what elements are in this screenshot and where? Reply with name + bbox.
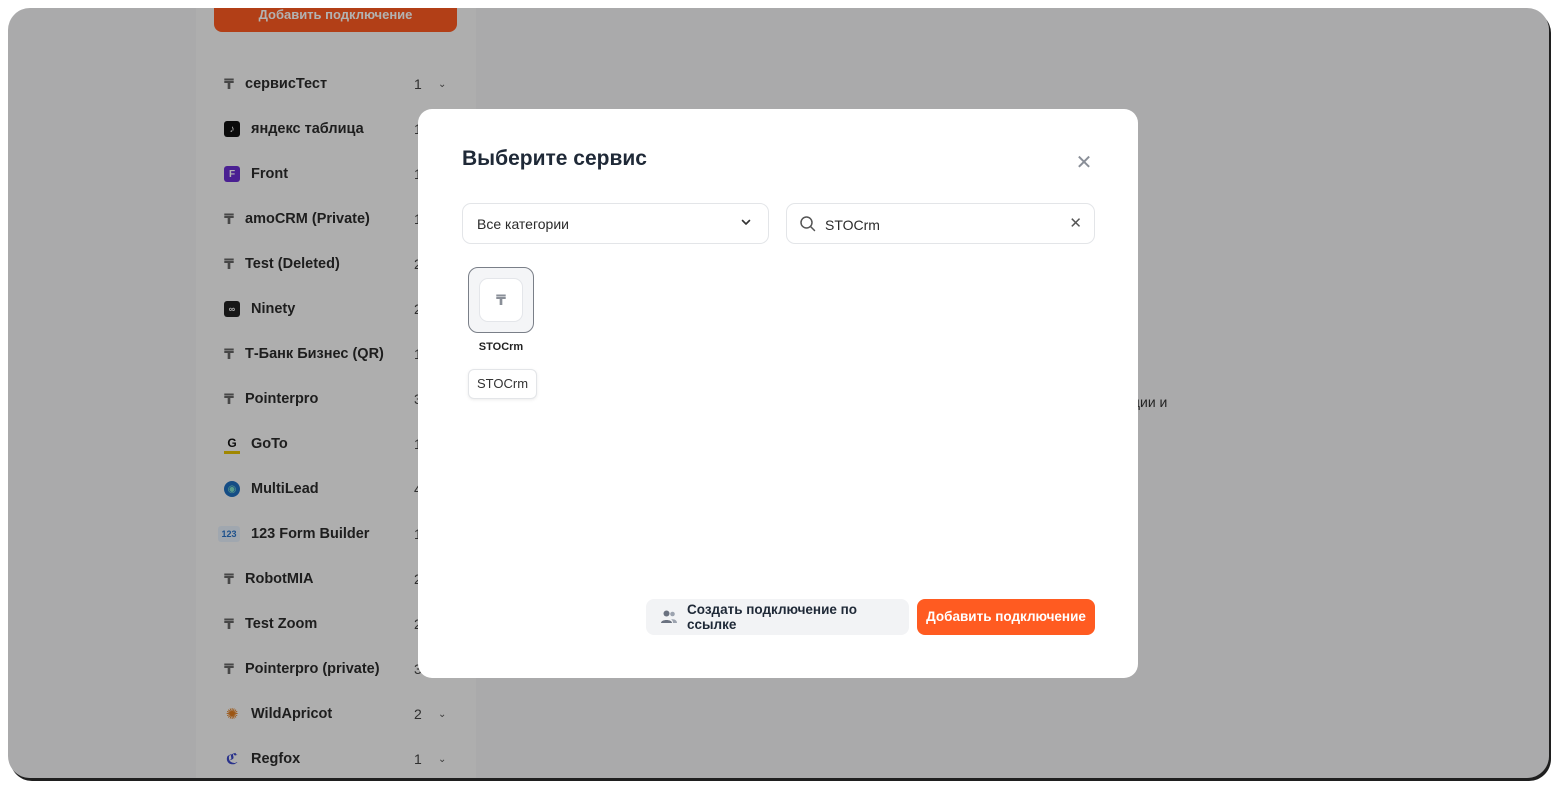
service-default-icon: ₸ bbox=[479, 278, 523, 322]
create-link-connection-button[interactable]: Создать подключение по ссылке bbox=[646, 599, 909, 635]
category-select[interactable]: Все категории bbox=[462, 203, 769, 244]
service-tooltip: STOCrm bbox=[468, 369, 538, 399]
category-select-value: Все категории bbox=[477, 215, 569, 232]
close-icon[interactable]: ✕ bbox=[1074, 153, 1094, 173]
add-connection-button[interactable]: Добавить подключение bbox=[917, 599, 1095, 635]
app-window: Добавить подключение ₸ сервисТест 1 ⌄ ♪ … bbox=[8, 8, 1549, 778]
users-icon bbox=[659, 607, 679, 627]
search-input[interactable] bbox=[823, 213, 1057, 237]
search-box[interactable]: ✕ bbox=[786, 203, 1095, 244]
chevron-down-icon bbox=[740, 216, 752, 231]
search-icon bbox=[799, 215, 817, 233]
create-link-connection-label: Создать подключение по ссылке bbox=[687, 602, 858, 632]
service-card-stocrm[interactable]: ₸ bbox=[468, 267, 534, 333]
clear-search-icon[interactable]: ✕ bbox=[1069, 214, 1082, 232]
service-name: STOCrm bbox=[478, 341, 524, 353]
select-service-modal: Выберите сервис ✕ Все категории ✕ ₸ STOC… bbox=[418, 109, 1138, 678]
modal-title: Выберите сервис bbox=[462, 147, 647, 170]
